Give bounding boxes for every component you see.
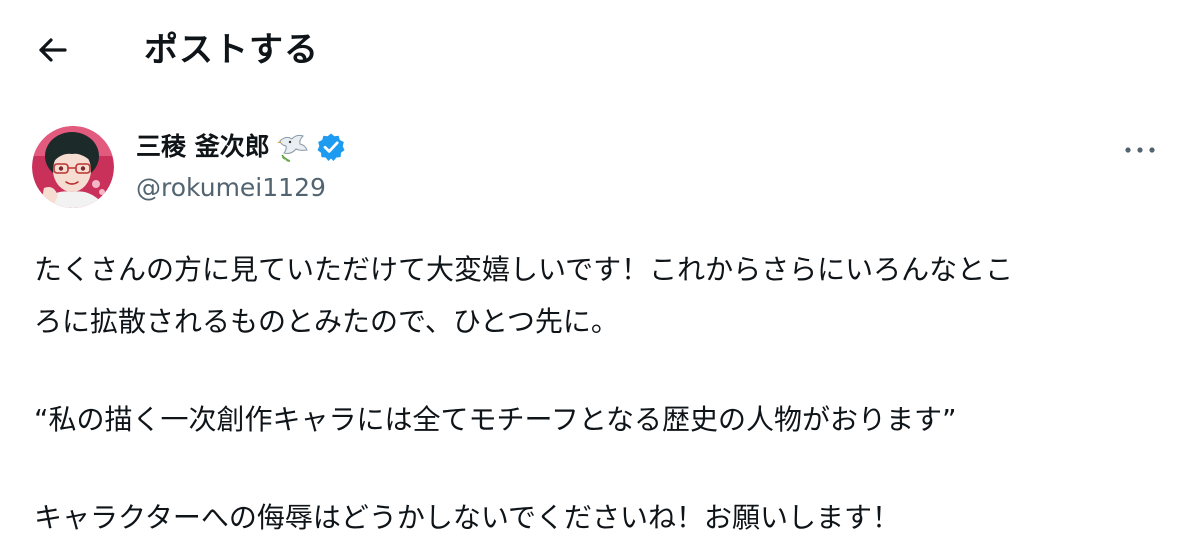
avatar[interactable]	[32, 126, 114, 208]
author-name-row[interactable]: 三稜 釜次郎	[136, 129, 346, 165]
more-options-button[interactable]	[1118, 130, 1162, 166]
page-title: ポストする	[144, 30, 319, 70]
author-name[interactable]: 三稜 釜次郎	[136, 130, 270, 164]
more-horizontal-icon	[1124, 139, 1156, 158]
post-text-line: たくさんの方に見ていただけて大変嬉しいです！これからさらにいろんなとこ	[34, 253, 1014, 286]
back-button[interactable]	[28, 28, 76, 76]
dove-with-olive-branch-icon	[276, 131, 310, 163]
top-bar: ポストする	[0, 0, 1192, 100]
author-handle[interactable]: @rokumei1129	[136, 171, 326, 205]
post-text: たくさんの方に見ていただけて大変嬉しいです！これからさらにいろんなとこ ろに拡散…	[34, 244, 1164, 544]
post-text-line: キャラクターへの侮辱はどうかしないでくださいね！お願いします！	[34, 501, 901, 534]
post-text-line: ろに拡散されるものとみたので、ひとつ先に。	[34, 305, 619, 338]
post-detail-page: ポストする 三稜 釜次郎 @rokumei1129 たくさんの方に見ていただけて…	[0, 0, 1192, 546]
arrow-left-icon	[35, 35, 69, 69]
verified-badge-icon[interactable]	[316, 132, 346, 162]
post-text-line: “私の描く一次創作キャラには全てモチーフとなる歴史の人物がおります”	[34, 403, 957, 436]
